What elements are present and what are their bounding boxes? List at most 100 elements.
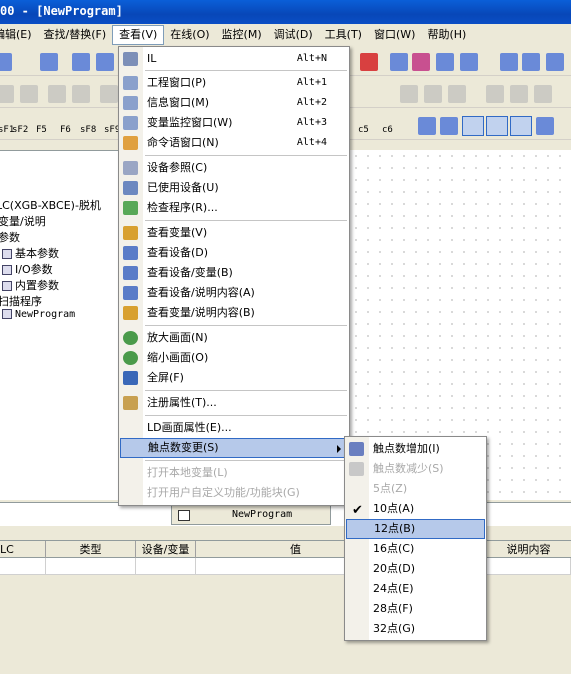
find-icon[interactable] <box>72 53 90 71</box>
menu-item-16-points[interactable]: 16点(C) <box>345 539 486 559</box>
monitor-start-icon[interactable] <box>400 85 418 103</box>
menu-view[interactable]: 查看(V) <box>112 25 165 45</box>
menu-item-project-window[interactable]: 工程窗口(P) Alt+1 <box>119 73 349 93</box>
menu-item-label: 缩小画面(O) <box>147 351 209 364</box>
contact-c6-button[interactable]: c6 <box>382 125 393 135</box>
menu-item-view-variable-comment[interactable]: 查看变量/说明内容(B) <box>119 303 349 323</box>
menu-item-20-points[interactable]: 20点(D) <box>345 559 486 579</box>
monitor-window-toggle-icon[interactable] <box>510 116 532 136</box>
replace-device-icon[interactable] <box>546 53 564 71</box>
print-icon[interactable] <box>0 53 12 71</box>
tree-plc[interactable]: LC(XGB-XBCE)-脱机 <box>0 197 101 213</box>
menu-item-contact-decrease[interactable]: 触点数减少(S) <box>345 459 486 479</box>
delete-row-icon[interactable] <box>412 53 430 71</box>
search-text-icon[interactable] <box>522 53 540 71</box>
menu-item-open-local-variables[interactable]: 打开本地变量(L) <box>119 463 349 483</box>
menu-item-fullscreen[interactable]: 全屏(F) <box>119 368 349 388</box>
monitor-stop-icon[interactable] <box>424 85 442 103</box>
insert-column-icon[interactable] <box>436 53 454 71</box>
menu-item-variable-monitor[interactable]: 变量监控窗口(W) Alt+3 <box>119 113 349 133</box>
menu-item-label: 24点(E) <box>373 582 414 595</box>
replace-icon[interactable] <box>96 53 114 71</box>
run-icon[interactable] <box>100 85 118 103</box>
contact-sf2-button[interactable]: sF2 <box>12 125 28 135</box>
menu-find-replace[interactable]: 查找/替换(F) <box>38 25 113 45</box>
project-window-toggle-icon[interactable] <box>462 116 484 136</box>
tree-scan-program[interactable]: 扫描程序 <box>0 293 42 309</box>
contact-sf8-button[interactable]: sF8 <box>80 125 96 135</box>
tree-io-params[interactable]: I/O参数 <box>2 261 53 277</box>
contact-f6-button[interactable]: F6 <box>60 125 71 135</box>
menu-online[interactable]: 在线(O) <box>164 25 215 45</box>
menu-help[interactable]: 帮助(H) <box>421 25 472 45</box>
menu-item-view-device-variable[interactable]: 查看设备/变量(B) <box>119 263 349 283</box>
grid-cell[interactable] <box>136 558 196 575</box>
variable-monitor-icon <box>123 116 138 130</box>
menu-item-view-device[interactable]: 查看设备(D) <box>119 243 349 263</box>
zoom-out-icon <box>123 351 138 365</box>
menu-item-view-variable[interactable]: 查看变量(V) <box>119 223 349 243</box>
menu-item-message-window[interactable]: 信息窗口(M) Alt+2 <box>119 93 349 113</box>
menu-item-28-points[interactable]: 28点(F) <box>345 599 486 619</box>
command-window-icon <box>123 136 138 150</box>
menu-item-used-device[interactable]: 已使用设备(U) <box>119 178 349 198</box>
col-device-variable[interactable]: 设备/变量 <box>136 541 196 558</box>
tree-newprogram[interactable]: NewProgram <box>2 309 75 320</box>
contact-c5-button[interactable]: c5 <box>358 125 369 135</box>
debug-stop-icon[interactable] <box>510 85 528 103</box>
comment-table-icon[interactable] <box>440 117 458 135</box>
delete-column-icon[interactable] <box>460 53 478 71</box>
menu-item-24-points[interactable]: 24点(E) <box>345 579 486 599</box>
menu-item-10-points[interactable]: ✔ 10点(A) <box>345 499 486 519</box>
step-icon[interactable] <box>534 85 552 103</box>
insert-row-icon[interactable] <box>390 53 408 71</box>
read-icon[interactable] <box>48 85 66 103</box>
disconnect-icon[interactable] <box>20 85 38 103</box>
connect-icon[interactable] <box>0 85 14 103</box>
col-type[interactable]: 类型 <box>46 541 136 558</box>
menu-window[interactable]: 窗口(W) <box>368 25 421 45</box>
tree-builtin-params[interactable]: 内置参数 <box>2 277 59 293</box>
menu-item-zoom-out[interactable]: 缩小画面(O) <box>119 348 349 368</box>
menu-item-device-reference[interactable]: 设备参照(C) <box>119 158 349 178</box>
menu-item-contact-count[interactable]: 触点数变更(S) <box>120 438 348 458</box>
menu-item-ld-properties[interactable]: LD画面属性(E)... <box>119 418 349 438</box>
write-icon[interactable] <box>72 85 90 103</box>
menu-item-register-properties[interactable]: 注册属性(T)... <box>119 393 349 413</box>
col-comment[interactable]: 说明内容 <box>486 541 571 558</box>
menu-item-command-window[interactable]: 命令语窗口(N) Alt+4 <box>119 133 349 153</box>
menu-item-label: 命令语窗口(N) <box>147 136 219 149</box>
message-window-toggle-icon[interactable] <box>486 116 508 136</box>
menu-item-12-points[interactable]: 12点(B) <box>346 519 485 539</box>
tree-basic-params[interactable]: 基本参数 <box>2 245 59 261</box>
menu-item-5-points[interactable]: 5点(Z) <box>345 479 486 499</box>
menu-item-zoom-in[interactable]: 放大画面(N) <box>119 328 349 348</box>
variable-table-icon[interactable] <box>418 117 436 135</box>
command-window-toggle-icon[interactable] <box>536 117 554 135</box>
open-icon[interactable] <box>40 53 58 71</box>
col-plc[interactable]: LC <box>0 541 46 558</box>
menu-monitor[interactable]: 监控(M) <box>216 25 268 45</box>
fullscreen-icon <box>123 371 138 385</box>
monitor-pause-icon[interactable] <box>448 85 466 103</box>
menu-item-open-user-function[interactable]: 打开用户自定义功能/功能块(G) <box>119 483 349 503</box>
delete-icon[interactable] <box>360 53 378 71</box>
menu-edit[interactable]: 编辑(E) <box>0 25 38 45</box>
menu-item-32-points[interactable]: 32点(G) <box>345 619 486 639</box>
menu-tools[interactable]: 工具(T) <box>319 25 368 45</box>
search-device-icon[interactable] <box>500 53 518 71</box>
menu-item-check-program[interactable]: 检查程序(R)... <box>119 198 349 218</box>
tab-newprogram[interactable]: NewProgram <box>171 505 331 525</box>
contact-count-submenu: 触点数增加(I) 触点数减少(S) 5点(Z) ✔ 10点(A) 12点(B) … <box>344 436 487 641</box>
debug-start-icon[interactable] <box>486 85 504 103</box>
menu-item-contact-increase[interactable]: 触点数增加(I) <box>345 439 486 459</box>
contact-f5-button[interactable]: F5 <box>36 125 47 135</box>
tree-parameters[interactable]: 参数 <box>0 229 20 245</box>
tree-variables[interactable]: 变量/说明 <box>0 213 46 229</box>
menu-item-label: 5点(Z) <box>373 482 408 495</box>
menu-debug[interactable]: 调试(D) <box>268 25 319 45</box>
menu-item-view-device-comment[interactable]: 查看设备/说明内容(A) <box>119 283 349 303</box>
menu-item-il[interactable]: IL Alt+N <box>119 49 349 69</box>
grid-cell[interactable] <box>0 558 46 575</box>
grid-cell[interactable] <box>46 558 136 575</box>
